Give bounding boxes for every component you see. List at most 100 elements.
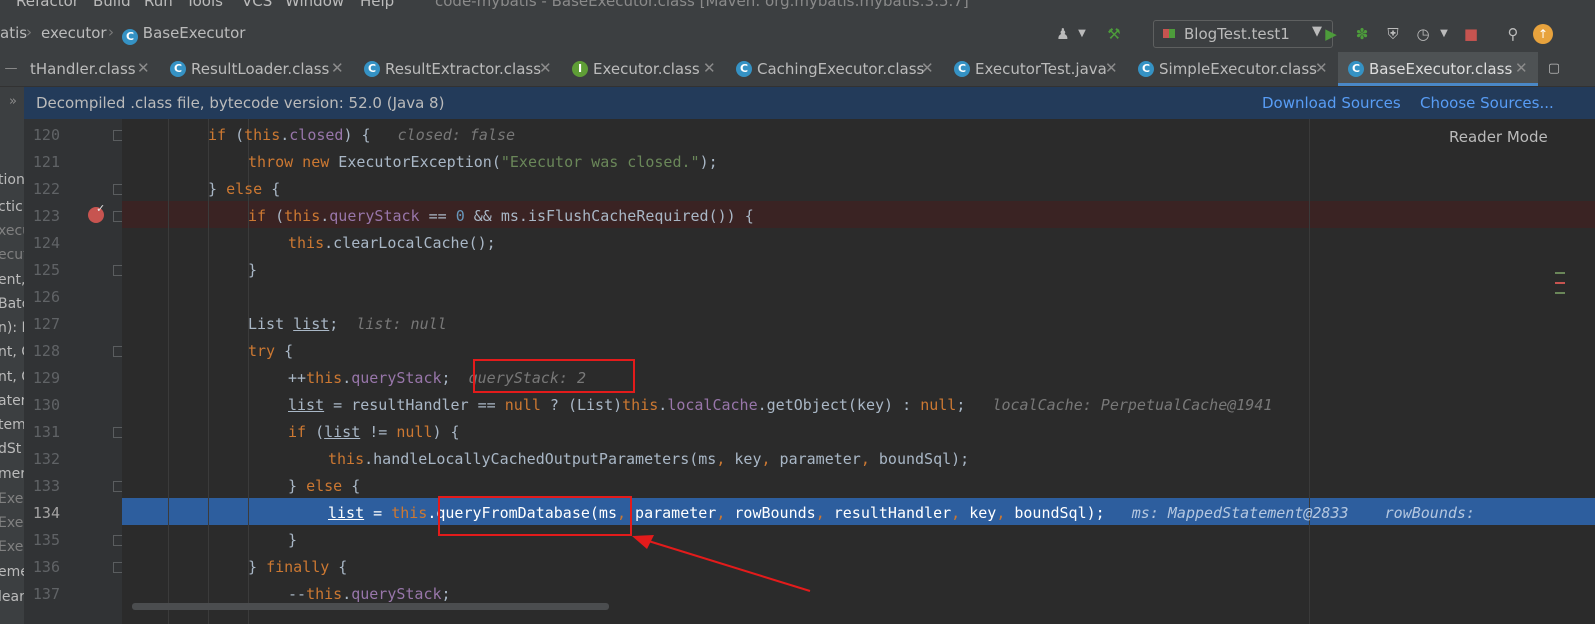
window-title: code-mybatis - BaseExecutor.class [Maven… (435, 0, 969, 10)
code-line-124: this.clearLocalCache(); (288, 234, 496, 252)
menu-vcs[interactable]: VCS (242, 0, 272, 10)
line-number: 122 (32, 180, 60, 198)
menu-refactor[interactable]: Refactor (16, 0, 79, 10)
close-icon[interactable]: ✕ (1515, 59, 1528, 77)
annotation-box-queryfromdatabase (438, 496, 632, 536)
breadcrumb-class[interactable]: C BaseExecutor (122, 24, 245, 45)
code-line-128: try { (248, 342, 294, 360)
build-hammer-icon[interactable]: ⚒ (1103, 23, 1125, 45)
class-icon: C (122, 29, 138, 45)
tree-item-fragment[interactable]: ctic (0, 199, 23, 215)
class-icon: C (364, 61, 380, 77)
breadcrumb-package[interactable]: executor (41, 24, 107, 42)
tree-item-fragment[interactable]: dSt (0, 441, 21, 457)
tab-thandler[interactable]: tHandler.class ✕ (0, 52, 160, 86)
close-icon[interactable]: ✕ (331, 59, 344, 77)
close-icon[interactable]: ✕ (1105, 59, 1118, 77)
search-icon[interactable]: ⚲ (1502, 23, 1524, 45)
project-panel-fragment: tion ctic xecu ecut ent, Batc n): I nt, … (0, 119, 24, 624)
menu-build[interactable]: Build (93, 0, 131, 10)
coverage-icon[interactable]: ⛨ (1382, 23, 1404, 45)
menu-run[interactable]: Run (144, 0, 173, 10)
code-line-125: } (248, 261, 258, 279)
line-number: 120 (32, 126, 60, 144)
horizontal-scrollbar[interactable] (132, 603, 609, 610)
line-number: 126 (32, 288, 60, 306)
debug-icon[interactable]: ✽ (1351, 23, 1373, 45)
expand-panel-icon[interactable]: » (2, 91, 24, 113)
run-icon[interactable]: ▶ (1320, 23, 1342, 45)
more-tabs-icon[interactable]: ▢ (1543, 58, 1565, 80)
tree-item-fragment[interactable]: nt, C (0, 344, 24, 360)
tree-item-fragment[interactable]: n): I (0, 320, 24, 336)
menu-window[interactable]: Window (285, 0, 344, 10)
tab-executor[interactable]: I Executor.class ✕ (562, 52, 726, 86)
line-number: 134 (32, 504, 60, 522)
indent-guide (168, 119, 169, 624)
line-number: 135 (32, 531, 60, 549)
close-icon[interactable]: ✕ (1315, 59, 1328, 77)
tab-label: tHandler.class (30, 60, 136, 78)
download-sources-link[interactable]: Download Sources (1262, 94, 1401, 112)
breadcrumb-module[interactable]: atis (0, 24, 27, 42)
tree-item-fragment[interactable]: xecu (0, 223, 24, 239)
tab-resultextractor[interactable]: C ResultExtractor.class ✕ (354, 52, 562, 86)
chevron-down-icon[interactable]: ▼ (1433, 23, 1455, 45)
code-line-121: throw new ExecutorException("Executor wa… (248, 153, 718, 171)
tree-item-fragment[interactable]: Exe (0, 539, 23, 555)
line-number: 137 (32, 585, 60, 603)
tab-baseexecutor[interactable]: C BaseExecutor.class ✕ (1338, 52, 1538, 86)
tree-item-fragment[interactable]: Exe (0, 515, 23, 531)
stop-icon[interactable]: ■ (1460, 23, 1482, 45)
inline-debug-value: ms: MappedStatement@2833 (1131, 504, 1349, 522)
update-icon[interactable]: ↑ (1533, 24, 1553, 44)
chevron-down-icon[interactable]: ▼ (1071, 23, 1093, 45)
tab-resultloader[interactable]: C ResultLoader.class ✕ (160, 52, 354, 86)
interface-icon: I (572, 61, 588, 77)
tab-simpleexecutor[interactable]: C SimpleExecutor.class ✕ (1128, 52, 1338, 86)
decompiled-notice-banner: Decompiled .class file, bytecode version… (24, 87, 1595, 119)
menu-help[interactable]: Help (360, 0, 394, 10)
breakpoint-verified-check-icon: ✓ (96, 202, 106, 215)
tab-label: BaseExecutor.class (1369, 60, 1513, 78)
line-number: 124 (32, 234, 60, 252)
tree-item-fragment[interactable]: teme (0, 417, 24, 433)
tree-item-fragment[interactable]: eme (0, 564, 24, 580)
tree-item-fragment[interactable]: ater (0, 393, 24, 409)
inline-debug-value: closed: false (397, 126, 516, 144)
tree-item-fragment[interactable]: nt, C (0, 369, 24, 385)
error-stripe-markers[interactable] (1553, 270, 1567, 310)
tree-item-fragment[interactable]: mer (0, 466, 24, 482)
tree-item-fragment[interactable]: ecut (0, 247, 24, 263)
code-line-120: if (this.closed) { closed: false (208, 126, 516, 144)
menu-tools[interactable]: Tools (186, 0, 223, 10)
tree-item-fragment[interactable]: Batc (0, 296, 24, 312)
line-number: 129 (32, 369, 60, 387)
tree-item-fragment[interactable]: Exe (0, 491, 23, 507)
code-line-133: } else { (288, 477, 361, 495)
code-line-132: this.handleLocallyCachedOutputParameters… (328, 450, 970, 468)
tab-cachingexecutor[interactable]: C CachingExecutor.class ✕ (726, 52, 944, 86)
line-number: 121 (32, 153, 60, 171)
close-icon[interactable]: ✕ (539, 59, 552, 77)
tree-item-fragment[interactable]: tion (0, 172, 24, 188)
tab-label: Executor.class (593, 60, 700, 78)
tab-label: SimpleExecutor.class (1159, 60, 1317, 78)
line-number: 131 (32, 423, 60, 441)
line-number: 127 (32, 315, 60, 333)
close-icon[interactable]: ✕ (921, 59, 934, 77)
profile-icon[interactable]: ◷ (1412, 23, 1434, 45)
close-icon[interactable]: ✕ (137, 59, 150, 77)
run-configuration-label: BlogTest.test1 (1184, 25, 1290, 43)
close-icon[interactable]: ✕ (703, 59, 716, 77)
tree-item-fragment[interactable]: ent, (0, 272, 24, 288)
choose-sources-link[interactable]: Choose Sources... (1420, 94, 1554, 112)
run-configuration-selector[interactable]: BlogTest.test1 ▼ (1153, 20, 1333, 48)
code-editor[interactable]: if (this.closed) { closed: false throw n… (122, 119, 1595, 624)
code-line-137: --this.queryStack; (288, 585, 451, 603)
code-line-122: } else { (208, 180, 281, 198)
reader-mode-toggle[interactable]: Reader Mode (1449, 128, 1548, 146)
tree-item-fragment[interactable]: lear (0, 589, 24, 605)
line-number: 133 (32, 477, 60, 495)
tab-executortest[interactable]: C ExecutorTest.java ✕ (944, 52, 1128, 86)
